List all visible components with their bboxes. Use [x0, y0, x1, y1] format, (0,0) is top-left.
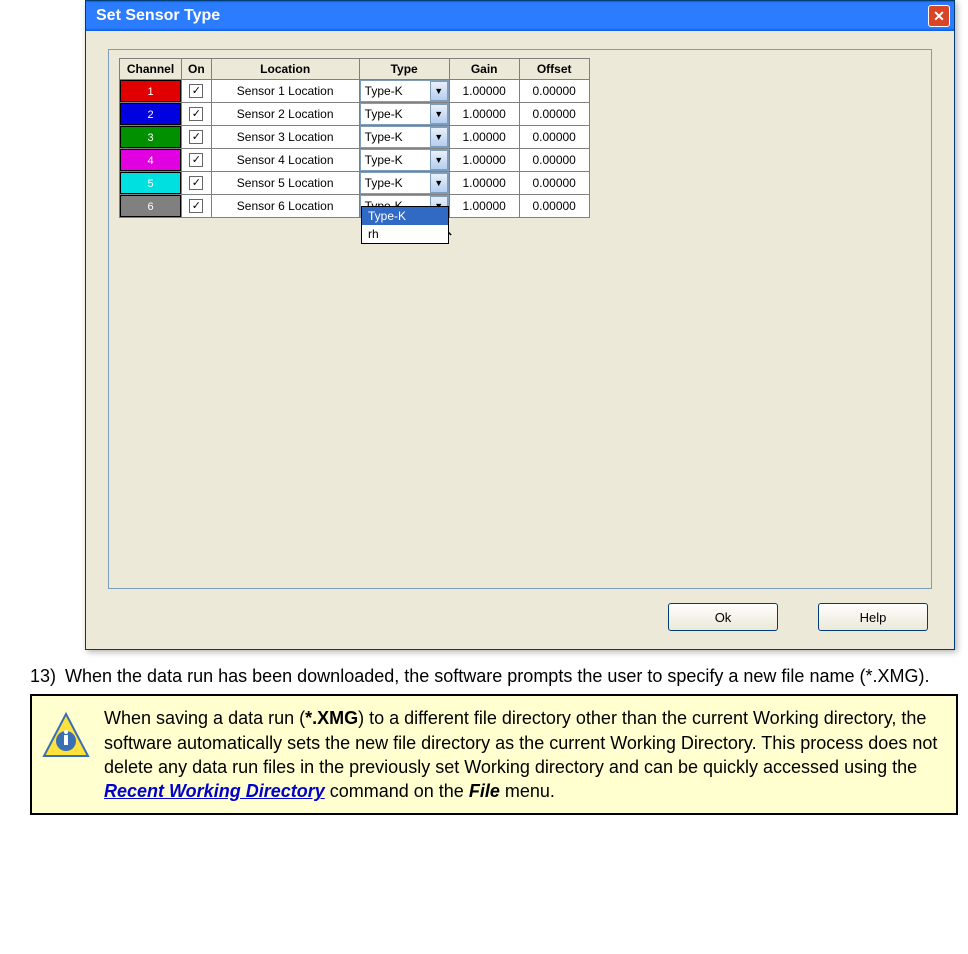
chevron-down-icon[interactable]: ▼	[430, 173, 448, 193]
on-checkbox[interactable]: ✓	[189, 130, 203, 144]
step-13: 13) When the data run has been downloade…	[30, 664, 958, 688]
set-sensor-type-dialog: Set Sensor Type ✕ Channel On Location Ty…	[85, 0, 955, 650]
step-number: 13)	[30, 664, 65, 688]
table-row: 5 ✓ Sensor 5 LocationType-K▼1.000000.00000	[120, 172, 590, 195]
offset-cell[interactable]: 0.00000	[519, 80, 589, 103]
offset-cell[interactable]: 0.00000	[519, 172, 589, 195]
on-checkbox[interactable]: ✓	[189, 176, 203, 190]
type-select[interactable]: Type-K▼	[360, 126, 449, 148]
step-text: When the data run has been downloaded, t…	[65, 664, 929, 688]
info-note: When saving a data run (*.XMG) to a diff…	[30, 694, 958, 815]
location-cell[interactable]: Sensor 3 Location	[211, 126, 359, 149]
note-text: When saving a data run (*.XMG) to a diff…	[104, 706, 944, 803]
sensor-panel: Channel On Location Type Gain Offset 1 ✓ S…	[108, 49, 932, 589]
type-select[interactable]: Type-K▼	[360, 149, 449, 171]
location-cell[interactable]: Sensor 2 Location	[211, 103, 359, 126]
gain-cell[interactable]: 1.00000	[449, 149, 519, 172]
channel-chip: 2	[120, 103, 181, 125]
type-dropdown-open[interactable]: Type-K rh	[361, 206, 449, 244]
info-icon	[42, 712, 90, 760]
offset-cell[interactable]: 0.00000	[519, 195, 589, 218]
help-button[interactable]: Help	[818, 603, 928, 631]
chevron-down-icon[interactable]: ▼	[430, 127, 448, 147]
chevron-down-icon[interactable]: ▼	[430, 104, 448, 124]
close-button[interactable]: ✕	[928, 5, 950, 27]
col-gain: Gain	[449, 59, 519, 80]
file-menu-ref: File	[469, 781, 500, 801]
location-cell[interactable]: Sensor 4 Location	[211, 149, 359, 172]
offset-cell[interactable]: 0.00000	[519, 149, 589, 172]
location-cell[interactable]: Sensor 6 Location	[211, 195, 359, 218]
on-checkbox[interactable]: ✓	[189, 153, 203, 167]
on-checkbox[interactable]: ✓	[189, 199, 203, 213]
recent-working-directory-link[interactable]: Recent Working Directory	[104, 781, 325, 801]
gain-cell[interactable]: 1.00000	[449, 103, 519, 126]
dropdown-option-rh[interactable]: rh	[362, 225, 448, 243]
gain-cell[interactable]: 1.00000	[449, 126, 519, 149]
table-row: 1 ✓ Sensor 1 LocationType-K▼1.000000.00000	[120, 80, 590, 103]
table-row: 2 ✓ Sensor 2 LocationType-K▼1.000000.00000	[120, 103, 590, 126]
on-checkbox[interactable]: ✓	[189, 84, 203, 98]
on-checkbox[interactable]: ✓	[189, 107, 203, 121]
table-row: 4 ✓ Sensor 4 LocationType-K▼1.000000.00000	[120, 149, 590, 172]
channel-chip: 3	[120, 126, 181, 148]
gain-cell[interactable]: 1.00000	[449, 80, 519, 103]
col-offset: Offset	[519, 59, 589, 80]
sensor-table: Channel On Location Type Gain Offset 1 ✓ S…	[119, 58, 590, 218]
location-cell[interactable]: Sensor 1 Location	[211, 80, 359, 103]
close-icon: ✕	[933, 8, 945, 25]
col-channel: Channel	[120, 59, 182, 80]
table-row: 6✓Sensor 6 LocationType-K▼1.000000.00000	[120, 195, 590, 218]
gain-cell[interactable]: 1.00000	[449, 172, 519, 195]
col-location: Location	[211, 59, 359, 80]
gain-cell[interactable]: 1.00000	[449, 195, 519, 218]
chevron-down-icon[interactable]: ▼	[430, 81, 448, 101]
channel-chip: 5	[120, 172, 181, 194]
dropdown-option-type-k[interactable]: Type-K	[362, 207, 448, 225]
col-type: Type	[359, 59, 449, 80]
type-select[interactable]: Type-K▼	[360, 80, 449, 102]
location-cell[interactable]: Sensor 5 Location	[211, 172, 359, 195]
type-select[interactable]: Type-K▼	[360, 172, 449, 194]
offset-cell[interactable]: 0.00000	[519, 126, 589, 149]
type-select[interactable]: Type-K▼	[360, 103, 449, 125]
dialog-title: Set Sensor Type	[96, 7, 220, 25]
titlebar[interactable]: Set Sensor Type ✕	[86, 1, 954, 31]
channel-chip: 6	[120, 195, 181, 217]
col-on: On	[182, 59, 212, 80]
table-row: 3 ✓ Sensor 3 LocationType-K▼1.000000.00000	[120, 126, 590, 149]
chevron-down-icon[interactable]: ▼	[430, 150, 448, 170]
offset-cell[interactable]: 0.00000	[519, 103, 589, 126]
ok-button[interactable]: Ok	[668, 603, 778, 631]
channel-chip: 1	[120, 80, 181, 102]
channel-chip: 4	[120, 149, 181, 171]
